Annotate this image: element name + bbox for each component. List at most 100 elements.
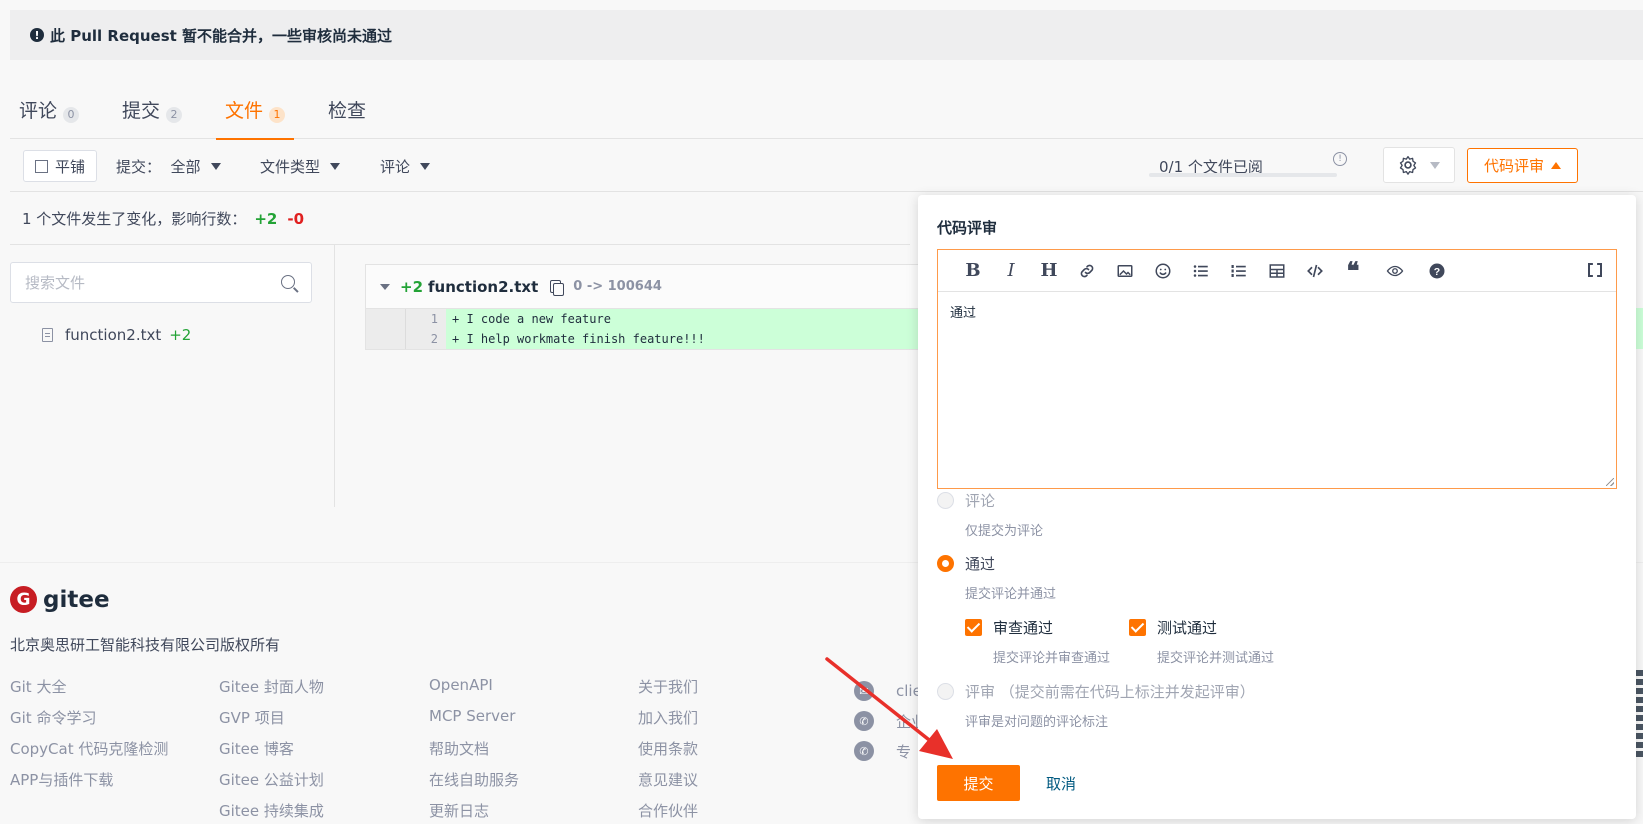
commit-filter-dropdown[interactable]: 提交： 全部	[116, 150, 221, 182]
option-comment[interactable]: 评论	[937, 490, 995, 511]
option-approve[interactable]: 通过	[937, 553, 995, 574]
footer-link[interactable]: 更新日志	[429, 800, 519, 824]
preview-icon[interactable]	[1376, 259, 1414, 283]
line-code: + I help workmate finish feature!!!	[452, 332, 705, 346]
diff-additions: +2	[400, 277, 424, 296]
comment-filter-dropdown[interactable]: 评论	[380, 150, 431, 182]
footer-link[interactable]: Git 大全	[10, 676, 168, 707]
footer-link[interactable]: Gitee 持续集成	[219, 800, 324, 824]
tile-view-button[interactable]: 平铺	[23, 150, 98, 182]
footer-link[interactable]: GVP 项目	[219, 707, 324, 738]
deletions-count: -0	[287, 210, 305, 228]
heading-icon[interactable]: H	[1030, 259, 1068, 283]
divider	[10, 244, 910, 245]
comment-filter-label: 评论	[380, 157, 411, 176]
summary-text: 1 个文件发生了变化，影响行数：	[22, 210, 247, 228]
footer-link[interactable]: 关于我们	[638, 676, 698, 707]
collapse-toggle-icon[interactable]	[380, 283, 390, 290]
footer-link[interactable]: MCP Server	[429, 707, 519, 738]
footer-link[interactable]: 加入我们	[638, 707, 698, 738]
file-tree-item[interactable]: function2.txt +2	[42, 326, 191, 344]
code-review-button[interactable]: 代码评审	[1467, 148, 1578, 183]
help-icon[interactable]: ?	[1418, 259, 1456, 283]
tab-commits[interactable]: 提交 2	[113, 96, 191, 139]
list-icon	[35, 159, 48, 173]
check-test-passed[interactable]: 测试通过	[1129, 617, 1217, 638]
tab-files[interactable]: 文件 1	[216, 96, 295, 140]
diff-line: 1 + I code a new feature	[366, 309, 924, 329]
search-icon[interactable]	[281, 275, 295, 289]
italic-icon[interactable]: I	[992, 259, 1030, 283]
tab-checks[interactable]: 检查	[319, 96, 375, 139]
footer-link[interactable]: APP与插件下载	[10, 769, 168, 800]
radio-comment[interactable]	[937, 492, 954, 509]
footer-link[interactable]: 意见建议	[638, 769, 698, 800]
submit-button[interactable]: 提交	[937, 765, 1020, 801]
footer-column-1: Git 大全 Git 命令学习 CopyCat 代码克隆检测 APP与插件下载	[10, 676, 168, 800]
footer-link[interactable]: 在线自助服务	[429, 769, 519, 800]
settings-dropdown[interactable]	[1383, 147, 1455, 183]
old-line-gutter	[366, 309, 406, 329]
diff-filename: function2.txt	[428, 277, 539, 296]
cancel-button[interactable]: 取消	[1046, 773, 1076, 794]
footer-link[interactable]: Gitee 公益计划	[219, 769, 324, 800]
footer-link[interactable]: OpenAPI	[429, 676, 519, 707]
footer-link[interactable]: Git 命令学习	[10, 707, 168, 738]
image-icon[interactable]	[1106, 259, 1144, 283]
copy-icon[interactable]	[550, 280, 565, 296]
option-label: 通过	[965, 555, 996, 573]
diff-line-edge	[1635, 308, 1643, 349]
footer-column-4: 关于我们 加入我们 使用条款 意见建议 合作伙伴	[638, 676, 698, 824]
merge-status-banner: ! 此 Pull Request 暂不能合并，一些审核尚未通过	[10, 10, 1643, 60]
tab-comments[interactable]: 评论 0	[10, 96, 88, 139]
resize-handle[interactable]	[1606, 478, 1614, 486]
fullscreen-icon[interactable]	[1588, 263, 1602, 277]
footer-link[interactable]: 使用条款	[638, 738, 698, 769]
check-review-passed[interactable]: 审查通过	[965, 617, 1053, 638]
quote-icon[interactable]: ❝	[1334, 256, 1372, 285]
review-comment-text[interactable]: 通过	[938, 292, 1616, 331]
pr-tabs: 评论 0 提交 2 文件 1 检查	[10, 96, 1643, 140]
diff-line: 2 + I help workmate finish feature!!!	[366, 329, 924, 349]
annotation-arrow-icon	[825, 657, 953, 759]
footer-link[interactable]: 合作伙伴	[638, 800, 698, 824]
radio-approve[interactable]	[937, 555, 954, 572]
file-mode-change: 0 -> 100644	[573, 279, 662, 294]
file-search-box	[10, 262, 312, 303]
footer-column-2: Gitee 封面人物 GVP 项目 Gitee 博客 Gitee 公益计划 Gi…	[219, 676, 324, 824]
footer-link[interactable]: Gitee 封面人物	[219, 676, 324, 707]
file-search-input[interactable]	[11, 263, 251, 302]
footer-link[interactable]: 帮助文档	[429, 738, 519, 769]
footer-link[interactable]: CopyCat 代码克隆检测	[10, 738, 168, 769]
code-icon[interactable]	[1296, 259, 1334, 283]
option-review[interactable]: 评审 （提交前需在代码上标注并发起评审）	[937, 681, 1255, 702]
review-progress-text: 0/1 个文件已阅	[1159, 157, 1263, 176]
file-icon	[42, 328, 53, 342]
table-icon[interactable]	[1258, 259, 1296, 283]
chevron-down-icon	[420, 162, 431, 170]
chevron-up-icon	[1551, 162, 1561, 169]
review-editor: B I H ❝ ? 通过	[937, 249, 1617, 489]
gitee-logo-icon: G	[10, 586, 37, 613]
old-line-gutter	[366, 329, 406, 349]
checkbox-test-passed[interactable]	[1129, 619, 1146, 636]
line-number: 1	[406, 309, 446, 329]
footer-column-3: OpenAPI MCP Server 帮助文档 在线自助服务 更新日志	[429, 676, 519, 824]
file-diff: +2 function2.txt 0 -> 100644 1 + I code …	[365, 264, 925, 350]
footer-link[interactable]: Gitee 博客	[219, 738, 324, 769]
tab-label: 文件	[225, 100, 264, 122]
checkbox-review-passed[interactable]	[965, 619, 982, 636]
bullet-list-icon[interactable]	[1182, 259, 1220, 283]
filetype-filter-dropdown[interactable]: 文件类型	[260, 150, 341, 182]
info-icon[interactable]: !	[1333, 152, 1347, 166]
numbered-list-icon[interactable]	[1220, 259, 1258, 283]
gitee-logo[interactable]: G gitee	[10, 586, 110, 613]
bold-icon[interactable]: B	[954, 259, 992, 283]
popup-title: 代码评审	[937, 219, 998, 237]
file-additions: +2	[169, 326, 192, 344]
copyright-text: 北京奥思研工智能科技有限公司版权所有	[10, 636, 281, 654]
emoji-icon[interactable]	[1144, 259, 1182, 283]
link-icon[interactable]	[1068, 259, 1106, 283]
check-label: 测试通过	[1157, 619, 1218, 637]
option-desc: 评审是对问题的评论标注	[965, 715, 1109, 730]
